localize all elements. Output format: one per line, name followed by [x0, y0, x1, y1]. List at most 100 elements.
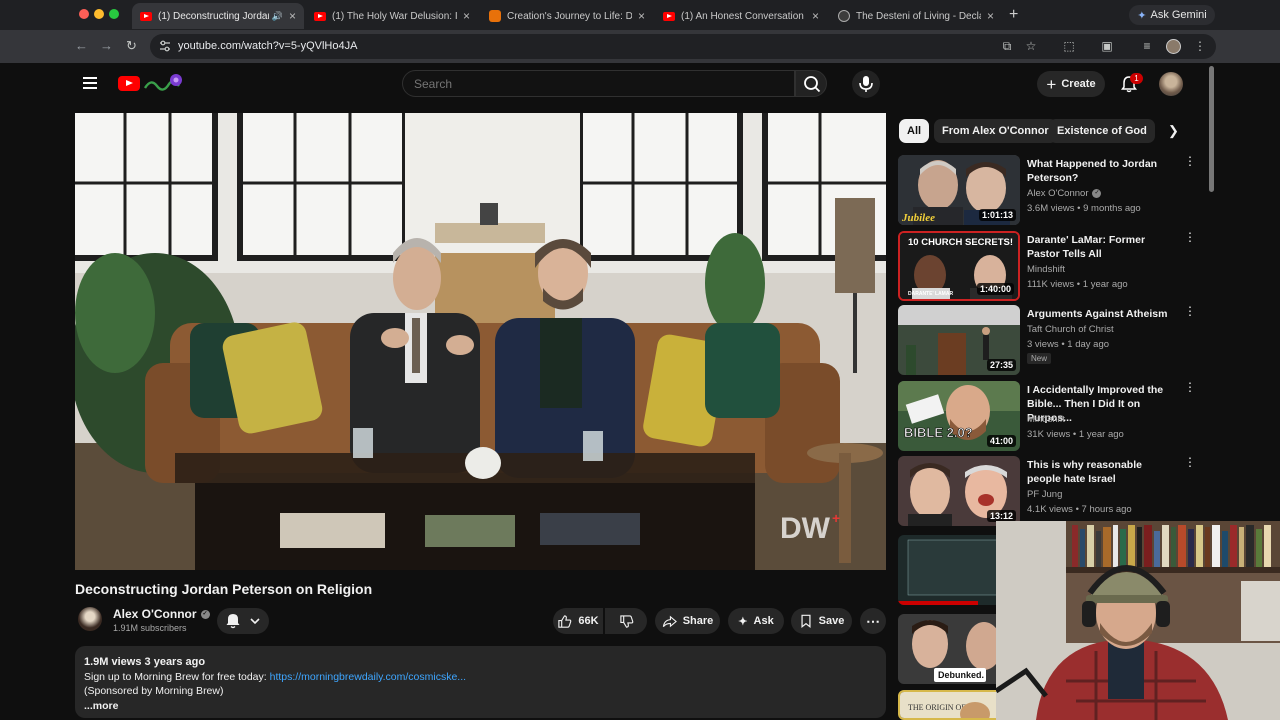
close-tab-icon[interactable]: ×: [289, 9, 296, 23]
description-box[interactable]: 1.9M views 3 years ago Sign up to Mornin…: [75, 646, 886, 718]
browser-tab-2[interactable]: (1) The Holy War Delusion: Is Religion t…: [306, 3, 478, 29]
back-arrow-icon[interactable]: ←: [75, 38, 88, 53]
chip-from-channel[interactable]: From Alex O'Connor: [934, 119, 1057, 143]
close-tab-icon[interactable]: ×: [463, 9, 470, 23]
share-button[interactable]: Share: [655, 608, 720, 634]
ask-button[interactable]: ✦ Ask: [728, 608, 784, 634]
kebab-menu-icon[interactable]: ⋮: [1184, 381, 1196, 393]
thumbnail-subtext: DARANTE' LAMAR: [908, 291, 953, 297]
recommended-title[interactable]: Darante' LaMar: Former Pastor Tells All: [1027, 233, 1177, 261]
new-badge: New: [1027, 353, 1052, 364]
bookmark-star-icon[interactable]: ☆: [1024, 39, 1038, 53]
video-player[interactable]: DW +: [75, 113, 886, 570]
thumbnail-text: Debunked.: [938, 670, 984, 680]
thumbs-up-icon: [558, 614, 572, 628]
recommended-channel[interactable]: Mindshift: [1027, 264, 1065, 275]
kebab-menu-icon[interactable]: ⋮: [1184, 231, 1196, 243]
browser-tab-4[interactable]: (1) An Honest Conversation on Faith ×: [655, 3, 827, 29]
show-more-link[interactable]: ...more: [84, 700, 118, 712]
recommended-stats: 3.6M views • 9 months ago: [1027, 203, 1141, 214]
address-bar[interactable]: youtube.com/watch?v=5-yQVlHo4JA: [150, 34, 1216, 59]
recommended-title[interactable]: This is why reasonable people hate Israe…: [1027, 458, 1177, 486]
url-text: youtube.com/watch?v=5-yQVlHo4JA: [178, 40, 358, 52]
hamburger-menu-icon[interactable]: [83, 77, 97, 89]
channel-name-row[interactable]: Alex O'Connor ✓: [113, 607, 210, 621]
chip-all[interactable]: All: [899, 119, 930, 143]
extensions-icon[interactable]: ⬚: [1062, 39, 1076, 53]
minimize-window-button[interactable]: [94, 9, 104, 19]
youtube-doodle-logo[interactable]: [143, 72, 187, 94]
recommended-video[interactable]: BIBLE 2.0? 41:00 I Accidentally Improved…: [898, 381, 1198, 453]
gemini-sparkle-icon: ✦: [1137, 9, 1147, 22]
recommended-video[interactable]: 27:35 Arguments Against Atheism Taft Chu…: [898, 305, 1198, 377]
save-button[interactable]: Save: [791, 608, 852, 634]
voice-search-button[interactable]: [852, 70, 880, 98]
browser-tab-3[interactable]: Creation's Journey to Life: Da ×: [481, 3, 653, 29]
browser-tab-1[interactable]: (1) Deconstructing Jordan Peterson on Re…: [132, 3, 304, 29]
recommended-channel[interactable]: Alex O'Connor: [1027, 188, 1088, 199]
install-app-icon[interactable]: ⧉: [1000, 39, 1014, 53]
recommended-video[interactable]: 13:12 This is why reasonable people hate…: [898, 456, 1198, 528]
youtube-logo[interactable]: [118, 76, 140, 91]
kebab-menu-icon[interactable]: ⋮: [1184, 305, 1196, 317]
thumbnail-text: Jubilee: [901, 212, 935, 224]
more-horizontal-icon: ⋯: [866, 612, 880, 629]
page-scrollbar[interactable]: [1209, 66, 1214, 192]
chip-existence-of-god[interactable]: Existence of God: [1049, 119, 1155, 143]
like-button[interactable]: 66K: [553, 608, 603, 634]
ask-gemini-button[interactable]: ✦ Ask Gemini: [1129, 5, 1215, 25]
speaker-icon[interactable]: 🔊: [272, 11, 283, 22]
browser-profile-avatar[interactable]: [1166, 39, 1181, 54]
video-thumbnail[interactable]: 10 CHURCH SECRETS! DARANTE' LAMAR 1:40:0…: [898, 231, 1020, 301]
recommended-channel[interactable]: PF Jung: [1027, 489, 1062, 500]
new-tab-button[interactable]: +: [1009, 6, 1018, 24]
reload-icon[interactable]: ↻: [126, 38, 137, 54]
close-window-button[interactable]: [79, 9, 89, 19]
kebab-menu-icon[interactable]: ⋮: [1184, 155, 1196, 167]
forward-arrow-icon[interactable]: →: [100, 38, 113, 53]
description-line-2: (Sponsored by Morning Brew): [84, 685, 224, 697]
more-actions-button[interactable]: ⋯: [860, 608, 886, 634]
side-panel-icon[interactable]: ▣: [1100, 39, 1114, 53]
search-input[interactable]: [414, 77, 774, 91]
recommended-title[interactable]: What Happened to Jordan Peterson?: [1027, 157, 1177, 185]
recommended-video[interactable]: 10 CHURCH SECRETS! DARANTE' LAMAR 1:40:0…: [898, 231, 1198, 303]
description-link[interactable]: https://morningbrewdaily.com/cosmicske..…: [270, 671, 466, 683]
notification-count-badge: 1: [1130, 73, 1143, 84]
video-frame: DW +: [75, 113, 886, 570]
create-button[interactable]: + Create: [1037, 71, 1105, 97]
video-thumbnail[interactable]: 27:35: [898, 305, 1020, 375]
thumbnail-text: THE ORIGIN OF: [908, 703, 966, 712]
video-thumbnail[interactable]: BIBLE 2.0? 41:00: [898, 381, 1020, 451]
recommended-channel[interactable]: Mindshift: [1027, 414, 1065, 425]
video-duration: 1:40:00: [976, 283, 1014, 295]
video-thumbnail[interactable]: 13:12: [898, 456, 1020, 526]
video-duration: 41:00: [986, 435, 1016, 447]
account-avatar[interactable]: [1159, 72, 1183, 96]
kebab-menu-icon[interactable]: ⋮: [1184, 456, 1196, 468]
desteni-icon: [838, 10, 850, 22]
recommended-stats: 4.1K views • 7 hours ago: [1027, 504, 1132, 515]
maximize-window-button[interactable]: [109, 9, 119, 19]
subscription-notifications-button[interactable]: [217, 608, 269, 634]
close-tab-icon[interactable]: ×: [812, 9, 819, 23]
channel-avatar[interactable]: [78, 607, 102, 631]
recommended-stats: 111K views • 1 year ago: [1027, 279, 1128, 290]
recommended-title[interactable]: Arguments Against Atheism: [1027, 307, 1177, 321]
chevron-right-icon[interactable]: ❯: [1168, 123, 1184, 139]
description-text: Sign up to Morning Brew for free today:: [84, 671, 270, 683]
recommended-video[interactable]: Jubilee 1:01:13 What Happened to Jordan …: [898, 155, 1198, 227]
chrome-menu-icon[interactable]: ⋮: [1193, 39, 1207, 53]
channel-name[interactable]: Alex O'Connor: [113, 607, 197, 621]
media-controls-icon[interactable]: ≡: [1140, 39, 1154, 53]
site-info-icon[interactable]: [159, 40, 171, 52]
subscriber-count: 1.91M subscribers: [113, 623, 187, 633]
recommended-channel[interactable]: Taft Church of Christ: [1027, 324, 1114, 335]
browser-tab-5[interactable]: The Desteni of Living - Decla ×: [830, 3, 1002, 29]
close-tab-icon[interactable]: ×: [987, 9, 994, 23]
close-tab-icon[interactable]: ×: [638, 9, 645, 23]
dislike-button[interactable]: [605, 608, 647, 634]
save-label: Save: [818, 615, 845, 627]
video-thumbnail[interactable]: Jubilee 1:01:13: [898, 155, 1020, 225]
search-button[interactable]: [795, 70, 827, 97]
